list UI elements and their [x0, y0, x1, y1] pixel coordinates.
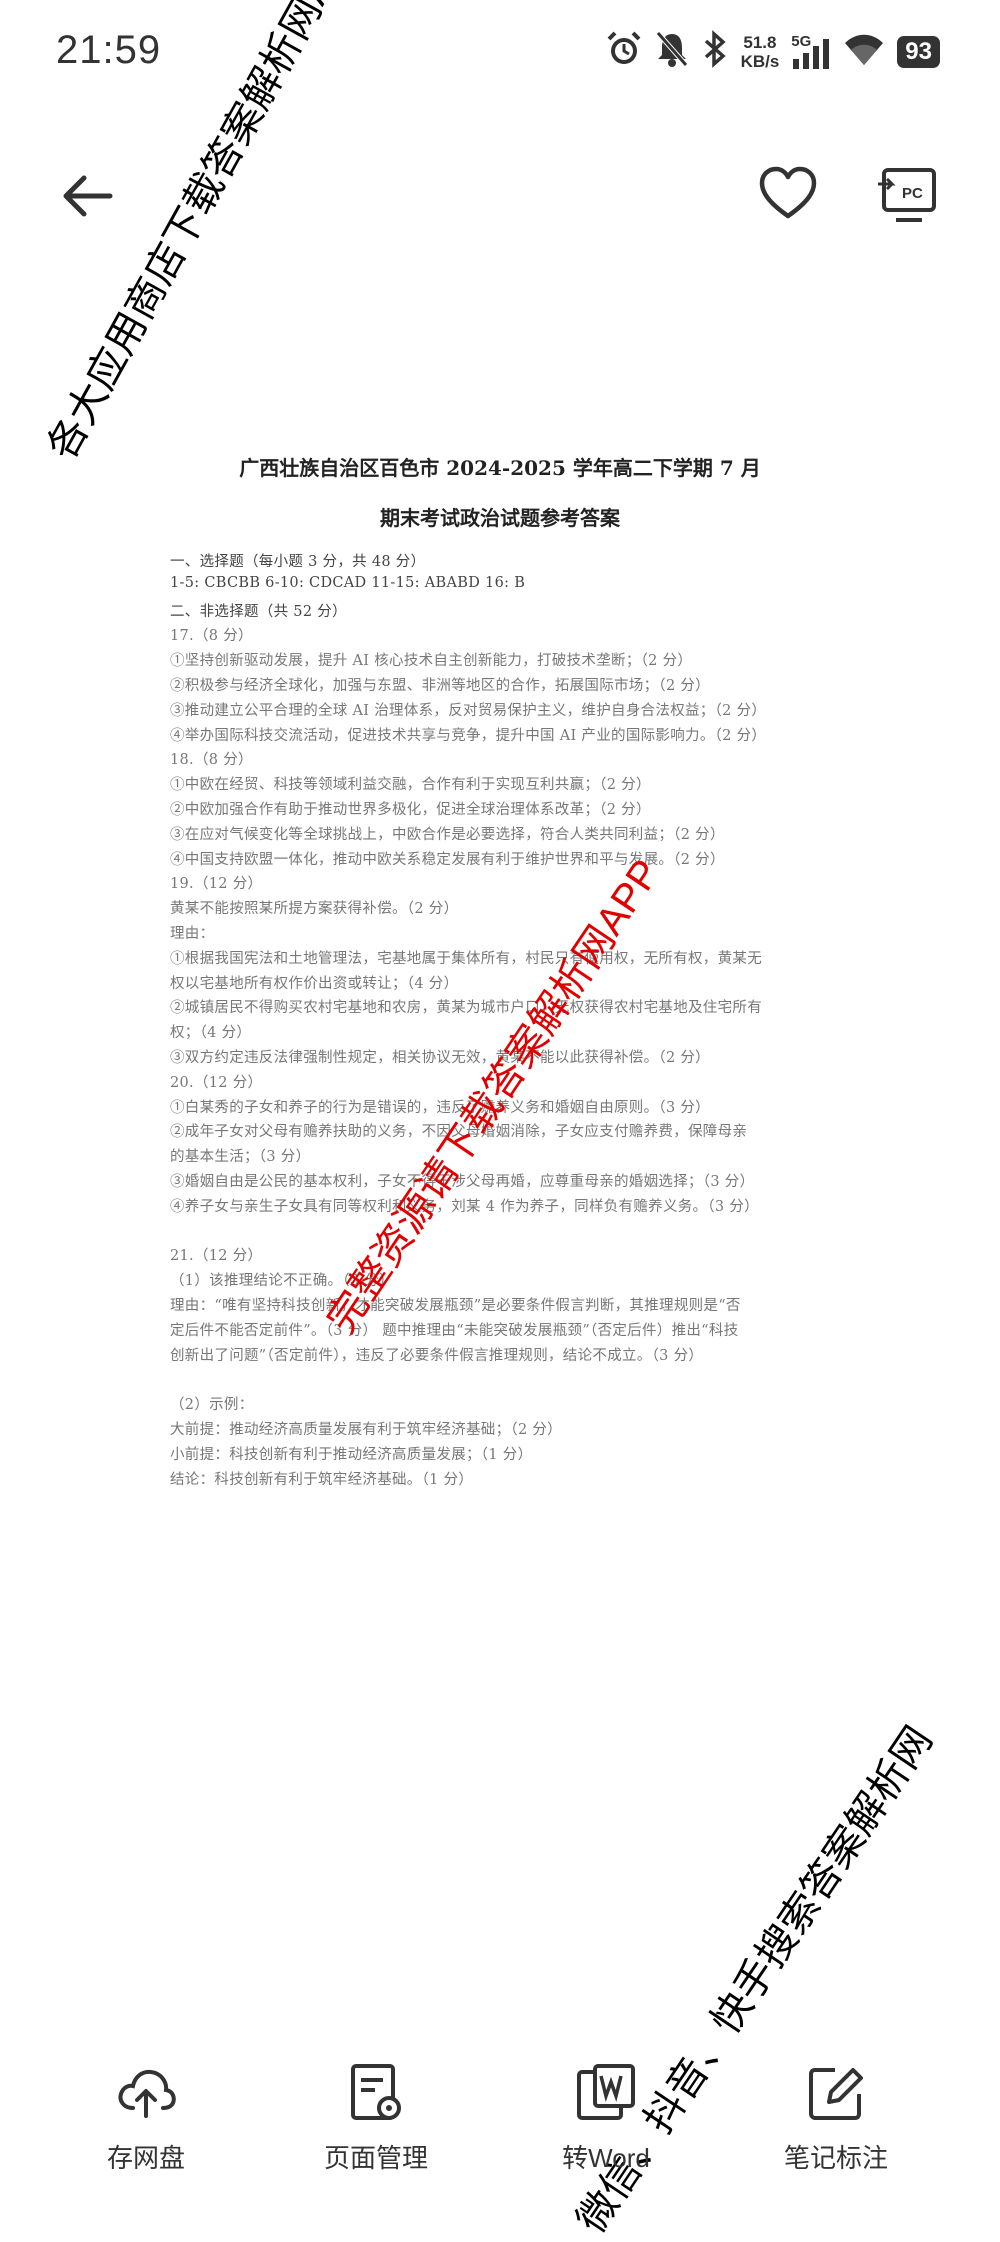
document-line: ④举办国际科技交流活动，促进技术共享与竞争，提升中国 AI 产业的国际影响力。（… — [170, 727, 767, 744]
document-line: 17.（8 分） — [170, 628, 253, 645]
document-line: 19.（12 分） — [170, 876, 263, 893]
document-title-line2: 期末考试政治试题参考答案 — [380, 506, 620, 530]
status-bar: 21:59 51.8 KB/s 5G 93 — [0, 0, 1000, 110]
page-manage-button[interactable]: 页面管理 — [276, 2040, 476, 2175]
status-icons: 51.8 KB/s 5G 93 — [605, 30, 940, 73]
document-line: ②中欧加强合作有助于推动世界多极化，促进全球治理体系改革；（2 分） — [170, 802, 651, 818]
document-line: 小前提：科技创新有利于推动经济高质量发展；（1 分） — [170, 1446, 533, 1463]
document-line: 的基本生活；（3 分） — [170, 1149, 311, 1166]
save-to-cloud-label: 存网盘 — [106, 2143, 185, 2173]
battery-indicator: 93 — [897, 35, 940, 68]
document-line: ③婚姻自由是公民的基本权利，子女不得干涉父母再婚，应尊重母亲的婚姻选择；（3 分… — [170, 1174, 755, 1190]
document-line: 定后件不能否定前件”。（3 分） 题中推理由“未能突破发展瓶颈”（否定后件）推出… — [170, 1322, 739, 1339]
document-line: （2）示例： — [170, 1397, 254, 1414]
document-line: 大前提：推动经济高质量发展有利于筑牢经济基础；（2 分） — [170, 1422, 562, 1438]
document-line: ③在应对气候变化等全球挑战上，中欧合作是必要选择，符合人类共同利益；（2 分） — [170, 826, 725, 843]
notes-annotate-label: 笔记标注 — [783, 2143, 888, 2173]
signal-icon: 5G — [791, 33, 831, 71]
document-line: 18.（8 分） — [170, 752, 253, 769]
document-line: （1）该推理结论不正确。（3 分） — [170, 1273, 394, 1290]
document-line: ②成年子女对父母有赡养扶助的义务，不因父母婚姻消除，子女应支付赡养费，保障母亲 — [170, 1124, 748, 1141]
document-line: 一、选择题（每小题 3 分，共 48 分） — [170, 554, 426, 570]
bluetooth-icon — [701, 30, 729, 73]
page-settings-icon — [351, 2064, 401, 2120]
document-line: ①坚持创新驱动发展，提升 AI 核心技术自主创新能力，打破技术垄断；（2 分） — [170, 653, 693, 670]
bottom-nav: 存网盘 页面管理 转Word 笔记标注 — [0, 2040, 1000, 2222]
edit-note-icon — [809, 2068, 863, 2120]
document-title-line1: 广西壮族自治区百色市 2024-2025 学年高二下学期 7 月 — [239, 456, 761, 480]
word-convert-icon — [577, 2064, 635, 2120]
pc-cast-icon[interactable]: PC — [876, 164, 940, 228]
page-manage-label: 页面管理 — [323, 2143, 428, 2173]
document-line: ①中欧在经贸、科技等领域利益交融，合作有利于实现互利共赢；（2 分） — [170, 777, 651, 794]
save-to-cloud-button[interactable]: 存网盘 — [46, 2040, 246, 2175]
document-line: 1-5: CBCBB 6-10: CDCAD 11-15: ABABD 16: … — [170, 574, 526, 591]
cloud-upload-icon — [118, 2069, 176, 2118]
document-line: 黄某不能按照某所提方案获得补偿。（2 分） — [170, 901, 459, 918]
convert-word-label: 转Word — [562, 2143, 650, 2173]
document-line: ④中国支持欧盟一体化，推动中欧关系稳定发展有利于维护世界和平与发展。（2 分） — [170, 851, 725, 868]
document-line: ④养子女与亲生子女具有同等权利和义务，刘某 4 作为养子，同样负有赡养义务。（3… — [170, 1198, 759, 1215]
document-line: 21.（12 分） — [170, 1248, 263, 1265]
back-arrow-icon[interactable] — [58, 166, 118, 226]
svg-text:PC: PC — [902, 185, 923, 202]
document-line: ③推动建立公平合理的全球 AI 治理体系，反对贸易保护主义，维护自身合法权益；（… — [170, 702, 767, 719]
document-line: 理由： — [170, 926, 215, 942]
mute-bell-icon — [655, 30, 689, 73]
document-line: 二、非选择题（共 52 分） — [170, 603, 347, 620]
document-line: ②积极参与经济全球化，加强与东盟、非洲等地区的合作，拓展国际市场；（2 分） — [170, 678, 710, 694]
net-speed: 51.8 KB/s — [740, 32, 780, 71]
alarm-icon — [605, 30, 643, 73]
heart-icon[interactable] — [758, 164, 818, 224]
document-line: 创新出了问题”（否定前件），违反了必要条件假言推理规则，结论不成立。（3 分） — [170, 1347, 704, 1364]
document-page[interactable]: 广西壮族自治区百色市 2024-2025 学年高二下学期 7 月 期末考试政治试… — [0, 430, 1000, 1530]
convert-word-button[interactable]: 转Word — [506, 2040, 706, 2175]
document-line: 结论：科技创新有利于筑牢经济基础。（1 分） — [170, 1471, 474, 1488]
document-line: 权以宅基地所有权作价出资或转让；（4 分） — [170, 975, 459, 992]
notes-annotate-button[interactable]: 笔记标注 — [736, 2040, 936, 2175]
status-time: 21:59 — [56, 28, 162, 72]
document-line: ①根据我国宪法和土地管理法，宅基地属于集体所有，村民只有使用权，无所有权，黄某无 — [170, 950, 762, 967]
document-line: 理由：“唯有坚持科技创新，才能突破发展瓶颈”是必要条件假言判断，其推理规则是“否 — [170, 1298, 741, 1314]
wifi-icon — [843, 31, 885, 72]
